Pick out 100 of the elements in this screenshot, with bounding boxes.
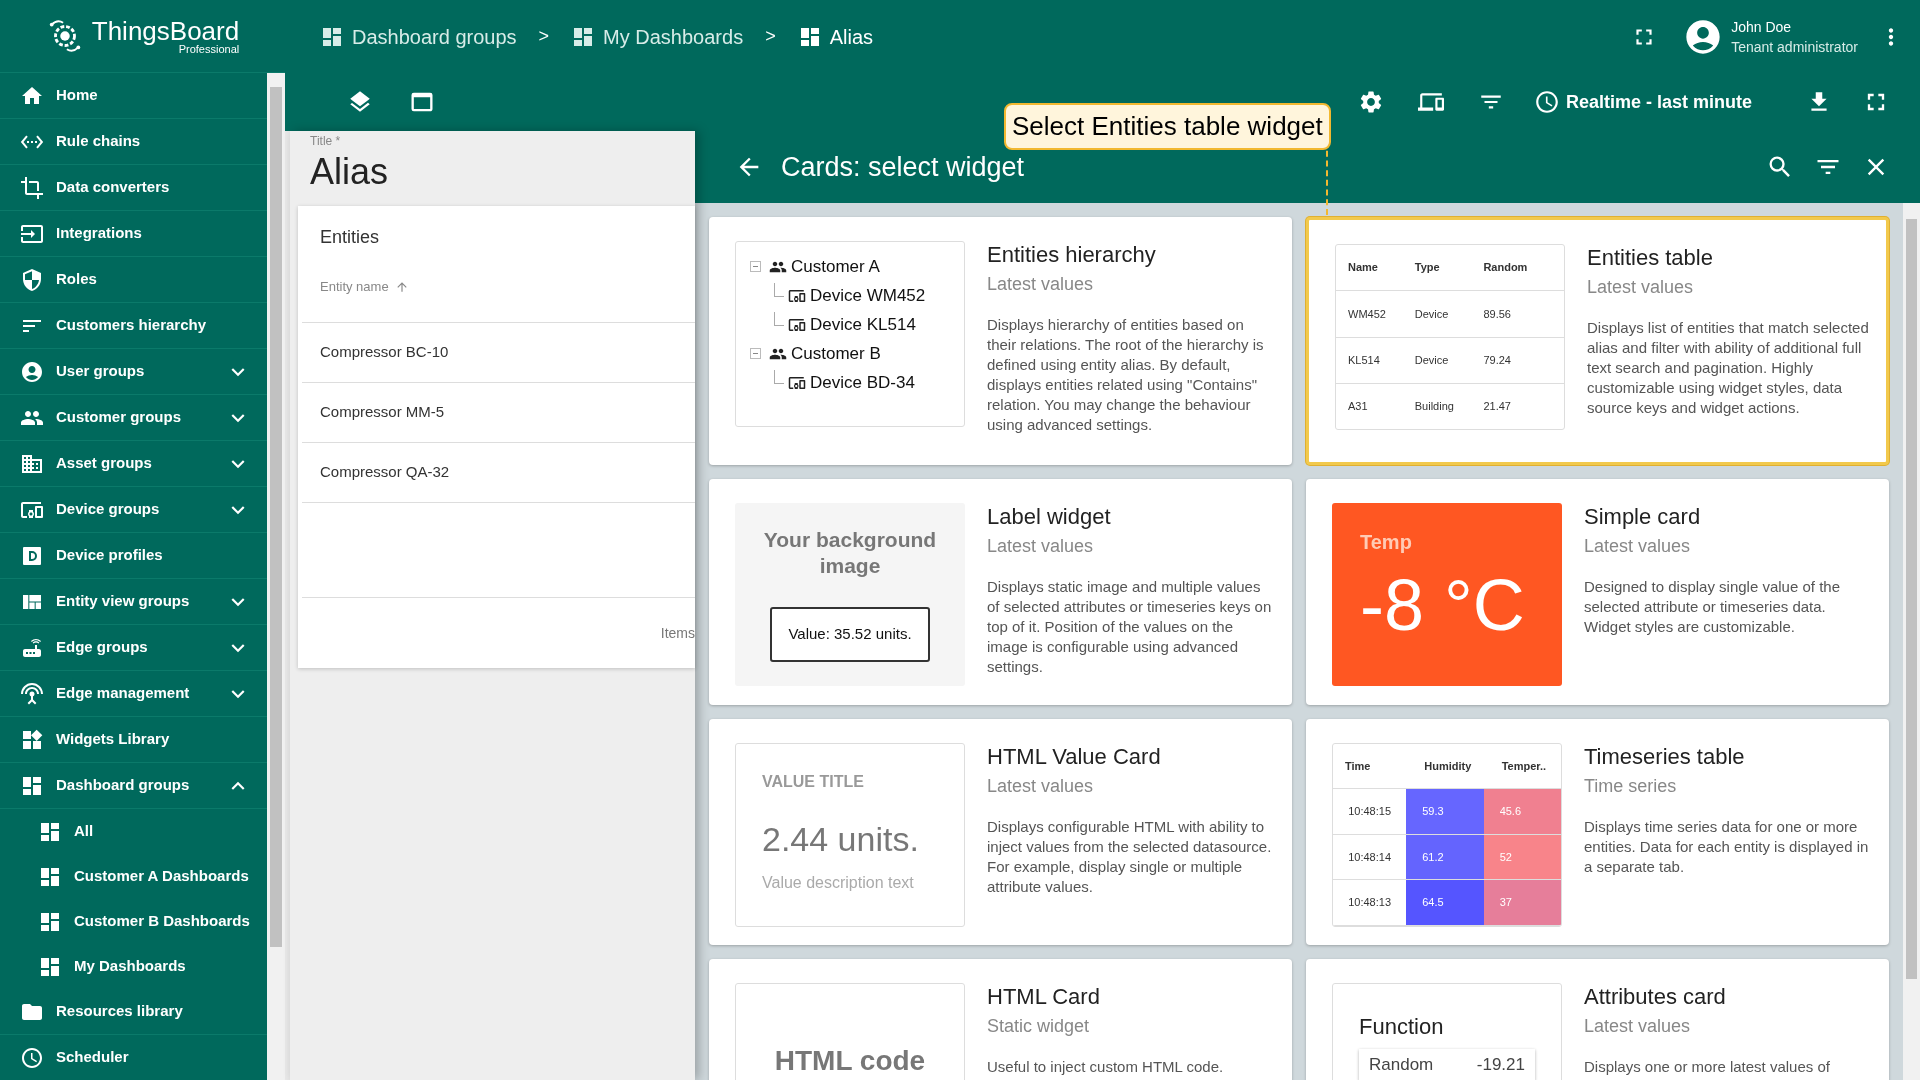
widget-card[interactable]: HTML code HTML Card Static widget Useful to inject custom HTML code. <box>709 959 1292 1080</box>
title-label: Title * <box>310 133 342 150</box>
sidebar-item[interactable]: Resources library <box>0 989 267 1035</box>
column-header: Type <box>1414 260 1441 276</box>
background-text: Your background image <box>762 527 938 579</box>
tree-label: Customer B <box>791 342 881 365</box>
table-cell: 45.6 <box>1483 789 1561 834</box>
sidebar-item[interactable]: Roles <box>0 257 267 303</box>
sidebar-item[interactable]: Dashboard groups <box>0 763 267 809</box>
shield-icon <box>20 267 44 292</box>
card-description: Displays time series data for one or more entities. Data for each entity is displayed in a separate tab. <box>1584 817 1870 877</box>
pagination-label: Items <box>660 623 695 643</box>
sidebar-subitem[interactable]: Customer A Dashboards <box>0 854 267 899</box>
card-description: Displays list of entities that match selected alias and filter with ability of additional full text search and pagination. Highly customizable using widget styles, data source keys and widget actions. <box>1587 318 1870 418</box>
sidebar-item[interactable]: User groups <box>0 349 267 395</box>
table-cell: 61.2 <box>1406 834 1484 880</box>
card-label: Temp <box>1360 530 1413 555</box>
breadcrumb[interactable]: Alias <box>797 21 873 52</box>
card-subtitle: Latest values <box>1584 535 1692 558</box>
collapse-icon[interactable] <box>750 261 761 272</box>
column-header: Time <box>1344 758 1372 774</box>
value-title: VALUE TITLE <box>762 772 865 792</box>
logo-edition: Professional <box>178 43 240 55</box>
widget-card[interactable] <box>709 217 1292 465</box>
card-subtitle: Static widget <box>987 1015 1091 1038</box>
table-cell-text: 79.24 <box>1483 352 1512 368</box>
tooltip: Select Entities table widget <box>1004 103 1331 150</box>
table-cell-text: 21.47 <box>1483 399 1512 415</box>
collapse-icon[interactable] <box>750 348 761 359</box>
sidebar-subitem[interactable]: My Dashboards <box>0 944 267 989</box>
scrollbar[interactable] <box>1903 203 1920 1080</box>
table-cell-text: Device <box>1414 352 1450 368</box>
user-icon <box>20 359 44 384</box>
sidebar-item[interactable]: Device profiles <box>0 533 267 579</box>
widget-card[interactable]: Function Random -19.21 Attributes card Latest values Displays one or more latest values of <box>1306 959 1889 1080</box>
table-cell: 64.5 <box>1406 880 1484 925</box>
table-cell-text: 10:48:15 <box>1347 804 1393 820</box>
value-description: Value description text <box>762 873 915 893</box>
clock-icon <box>20 1045 44 1070</box>
sidebar-item[interactable]: Edge management <box>0 671 267 717</box>
card-title: Entities table <box>1587 244 1714 272</box>
widget-card[interactable] <box>1306 217 1889 465</box>
tree-label: Device WM452 <box>810 284 926 307</box>
table-cell: 37 <box>1483 880 1561 925</box>
table-cell-text: Compressor MM-5 <box>320 402 445 423</box>
table-cell: 52 <box>1483 834 1561 880</box>
widget-card[interactable] <box>709 719 1292 945</box>
breadcrumb-separator: > <box>765 25 776 48</box>
clock-icon <box>1533 89 1560 115</box>
sidebar-item[interactable]: Home <box>0 73 267 119</box>
scrollbar[interactable] <box>267 73 285 1080</box>
sidebar-item[interactable]: Entity view groups <box>0 579 267 625</box>
column-header[interactable]: Entity name <box>320 276 409 297</box>
value-text: 2.44 units. <box>762 819 920 860</box>
card-subtitle: Time series <box>1584 775 1678 798</box>
card-description: Designed to display single value of the selected attribute or timeseries data. Widget styles are customizable. <box>1584 577 1841 637</box>
card-subtitle: Latest values <box>987 775 1095 798</box>
sidebar-item[interactable]: Integrations <box>0 211 267 257</box>
card-value: -8 °C <box>1360 565 1526 645</box>
sidebar-subitem[interactable]: All <box>0 809 267 854</box>
dashboard-title[interactable]: Alias <box>310 150 695 194</box>
column-header: Humidity <box>1423 758 1473 774</box>
table-cell-text: 89.56 <box>1483 306 1512 322</box>
sidebar-item[interactable]: Edge groups <box>0 625 267 671</box>
table-cell: 59.3 <box>1406 789 1484 834</box>
sidebar-item[interactable]: Asset groups <box>0 441 267 487</box>
attributes-heading: Function <box>1359 1013 1445 1041</box>
breadcrumb[interactable]: My Dashboards <box>571 21 744 52</box>
card-description: Displays one or more latest values of <box>1584 1057 1831 1077</box>
column-header: Temper.. <box>1500 758 1548 774</box>
tree-label: Customer A <box>791 255 880 278</box>
table-cell-text: A31 <box>1348 399 1369 415</box>
table-cell-text: KL514 <box>1348 352 1381 368</box>
column-header: Random <box>1483 260 1529 276</box>
sidebar-item[interactable]: Widgets Library <box>0 717 267 763</box>
card-title: Entities hierarchy <box>987 241 1157 269</box>
card-description: Useful to inject custom HTML code. <box>987 1057 1225 1077</box>
sidebar-subitem[interactable]: Customer B Dashboards <box>0 899 267 944</box>
card-title: HTML Card <box>987 983 1101 1011</box>
sidebar-item[interactable]: Customer groups <box>0 395 267 441</box>
dialog-title: Cards: select widget <box>781 150 1025 184</box>
table-cell-text: Building <box>1414 399 1455 415</box>
widget-card[interactable]: Temp -8 °C Simple card Latest values Designed to display single value of the selected attribute or timeseries data. Widget styles are customizable. <box>1306 479 1889 705</box>
sidebar-item[interactable]: Device groups <box>0 487 267 533</box>
table-cell-text: 10:48:13 <box>1347 895 1393 911</box>
timewindow-button[interactable]: Realtime - last minute <box>1533 88 1752 116</box>
tree-label: Device BD-34 <box>810 371 915 394</box>
widget-card[interactable] <box>709 479 1292 705</box>
breadcrumb[interactable]: Dashboard groups <box>320 21 517 52</box>
antenna-icon <box>20 681 44 706</box>
tree-label: Device KL514 <box>810 313 916 336</box>
table-cell-text: 10:48:14 <box>1347 849 1393 865</box>
card-description: Displays configurable HTML with ability to inject values from the selected datasource. For example, display single or multiple attribute values. <box>987 817 1273 897</box>
widgets-icon <box>20 727 44 752</box>
attribute-key: Random <box>1369 1052 1434 1078</box>
html-text: HTML code <box>774 1044 926 1078</box>
card-title: Timeseries table <box>1584 743 1746 771</box>
widget-card[interactable] <box>1306 719 1889 945</box>
card-description: Displays hierarchy of entities based on their relations. The root of the hierarchy is defined using entity alias. By default, displays entities related using "Contains" relation. You may change the behaviour using advanced settings. <box>987 315 1265 435</box>
table-cell-text: Device <box>1414 306 1450 322</box>
